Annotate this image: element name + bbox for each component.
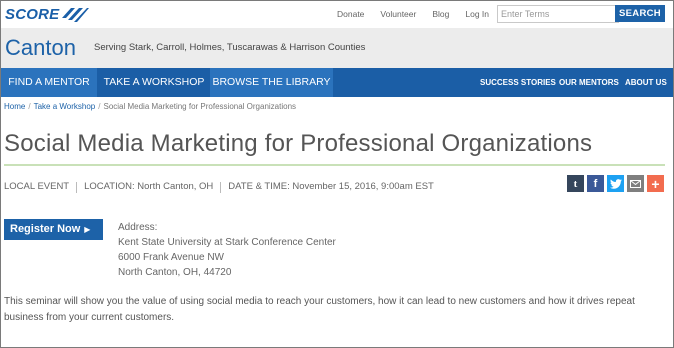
search-button[interactable]: SEARCH [615,5,665,22]
utility-links: Donate Volunteer Blog Log In [337,9,505,19]
address-line-2: 6000 Frank Avenue NW [118,252,224,263]
breadcrumb-section[interactable]: Take a Workshop [34,102,96,111]
plus-share-icon[interactable]: + [647,175,664,192]
breadcrumb-separator: / [28,102,31,111]
caret-right-icon: ▶ [84,225,91,234]
nav-browse-the-library[interactable]: BROWSE THE LIBRARY [210,68,333,97]
page-title: Social Media Marketing for Professional … [4,130,593,157]
event-type: LOCAL EVENT [4,181,70,192]
nav-find-a-mentor[interactable]: FIND A MENTOR [1,68,97,97]
nav-our-mentors[interactable]: OUR MENTORS [559,68,619,97]
logo-text: SCORE [5,5,60,23]
meta-divider [220,182,222,193]
nav-about-us[interactable]: ABOUT US [625,68,667,97]
address-line-1: Kent State University at Stark Conferenc… [118,237,336,248]
donate-link[interactable]: Donate [337,9,364,19]
event-location: LOCATION: North Canton, OH [84,181,214,192]
twitter-icon[interactable] [607,175,624,192]
blog-link[interactable]: Blog [432,9,449,19]
breadcrumb-current: Social Media Marketing for Professional … [103,102,297,111]
event-meta: LOCAL EVENT LOCATION: North Canton, OH D… [4,181,434,193]
address-label: Address: [118,222,158,233]
tumblr-icon[interactable]: t [567,175,584,192]
nav-success-stories[interactable]: SUCCESS STORIES [480,68,556,97]
search-input[interactable]: Enter Terms [497,5,619,23]
breadcrumb-separator: / [98,102,101,111]
meta-divider [76,182,78,193]
nav-take-a-workshop[interactable]: TAKE A WORKSHOP [98,68,210,97]
chapter-name[interactable]: Canton [5,35,76,61]
title-divider [4,164,665,166]
event-datetime: DATE & TIME: November 15, 2016, 9:00am E… [228,181,434,192]
volunteer-link[interactable]: Volunteer [380,9,416,19]
facebook-icon[interactable]: f [587,175,604,192]
login-link[interactable]: Log In [465,9,489,19]
address-line-3: North Canton, OH, 44720 [118,267,232,278]
score-logo[interactable]: SCORE [5,3,90,25]
envelope-glyph [630,179,641,188]
main-nav: FIND A MENTOR TAKE A WORKSHOP BROWSE THE… [1,68,673,97]
score-wings-icon [62,8,90,22]
breadcrumb: Home / Take a Workshop / Social Media Market… [4,102,296,111]
event-description: This seminar will show you the value of … [4,296,635,323]
chapter-header: Canton Serving Stark, Carroll, Holmes, T… [1,28,673,68]
chapter-subtitle: Serving Stark, Carroll, Holmes, Tuscaraw… [94,42,366,53]
twitter-bird-glyph [609,178,622,189]
register-label: Register Now [10,223,81,235]
breadcrumb-home[interactable]: Home [4,102,25,111]
email-icon[interactable] [627,175,644,192]
register-now-button[interactable]: Register Now ▶ [4,219,103,240]
